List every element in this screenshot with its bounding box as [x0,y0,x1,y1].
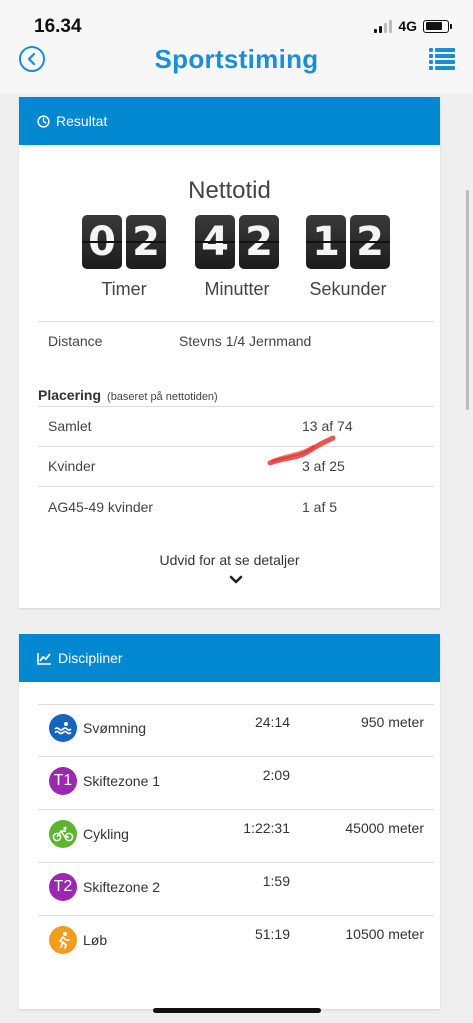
home-indicator[interactable] [153,1008,321,1013]
scrollbar[interactable] [466,190,469,410]
battery-icon [423,19,452,33]
seconds-digit-1: 1 [306,215,346,269]
placering-heading: Placering (baseret på nettotiden) [38,387,218,403]
result-card: Resultat Nettotid 0 2 Timer 4 2 Minutter… [19,97,440,608]
transition-1-icon: T1 [49,767,77,795]
netto-title: Nettotid [188,177,271,204]
placement-label-women: Kvinder [48,458,96,474]
placement-value-agegroup: 1 af 5 [302,499,338,515]
discipline-name: Skiftezone 2 [83,879,161,895]
discipline-time: 1:22:31 [243,820,290,836]
placering-label: Placering [38,387,102,403]
seconds-group: 1 2 Sekunder [306,215,390,300]
discipline-row[interactable]: T1 Skiftezone 1 2:09 [38,757,434,810]
discipline-row[interactable]: Svømning 24:14 950 meter [38,704,434,757]
app-logo: Sportstiming [154,44,319,74]
status-time: 16.34 [34,16,82,37]
disciplines-header-label: Discipliner [58,650,123,666]
chevron-left-icon [27,53,36,65]
disciplines-card: Discipliner Svømning 24:14 950 meter T1 … [19,634,440,1009]
hours-label: Timer [101,279,147,299]
status-indicators: 4G [374,18,452,34]
seconds-digit-2: 2 [350,215,390,269]
bike-icon [49,820,77,848]
result-header-label: Resultat [56,113,108,129]
result-card-header: Resultat [19,97,440,145]
placering-note: (baseret på nettotiden) [107,391,218,403]
network-type: 4G [398,18,417,34]
divider [38,321,434,322]
list-icon [429,48,455,52]
discipline-time: 51:19 [254,926,290,942]
transition-2-icon: T2 [49,873,77,901]
minutes-group: 4 2 Minutter [195,215,279,300]
discipline-distance: 950 meter [360,714,424,730]
seconds-label: Sekunder [309,279,387,299]
discipline-row[interactable]: Løb 51:19 10500 meter [38,916,434,969]
menu-button[interactable] [429,48,455,70]
discipline-time: 24:14 [254,714,290,730]
app-header: Sportstiming [0,44,473,94]
discipline-time: 1:59 [262,873,290,889]
placement-value-total: 13 af 74 [302,418,353,434]
clock-icon [37,114,50,128]
distance-label: Distance [48,333,103,349]
chevron-down-icon[interactable] [229,575,243,585]
back-button[interactable] [19,46,45,72]
discipline-name: Løb [83,932,108,948]
divider [38,446,434,447]
status-bar: 16.34 4G [0,0,473,44]
discipline-distance: 10500 meter [345,926,424,942]
disciplines-card-header: Discipliner [19,634,440,682]
discipline-row[interactable]: Cykling 1:22:31 45000 meter [38,810,434,863]
minutes-digit-1: 4 [195,215,235,269]
distance-value: Stevns 1/4 Jernmand [179,333,312,349]
divider [38,406,434,407]
discipline-row[interactable]: T2 Skiftezone 2 1:59 [38,863,434,916]
discipline-distance: 45000 meter [345,820,424,836]
divider [38,486,434,487]
discipline-name: Skiftezone 1 [83,773,161,789]
signal-icon [374,19,393,33]
placement-label-agegroup: AG45-49 kvinder [48,499,154,515]
red-annotation-scribble [267,435,336,466]
swim-icon [49,714,77,742]
placement-label-total: Samlet [48,418,92,434]
discipline-name: Cykling [83,826,129,842]
hours-digit-2: 2 [126,215,166,269]
hours-digit-1: 0 [82,215,122,269]
line-chart-icon [37,652,51,665]
minutes-label: Minutter [204,279,270,299]
discipline-name: Svømning [83,720,147,736]
minutes-digit-2: 2 [239,215,279,269]
run-icon [49,926,77,954]
expand-details-link[interactable]: Udvid for at se detaljer [19,552,440,568]
discipline-time: 2:09 [262,767,290,783]
hours-group: 0 2 Timer [82,215,166,300]
